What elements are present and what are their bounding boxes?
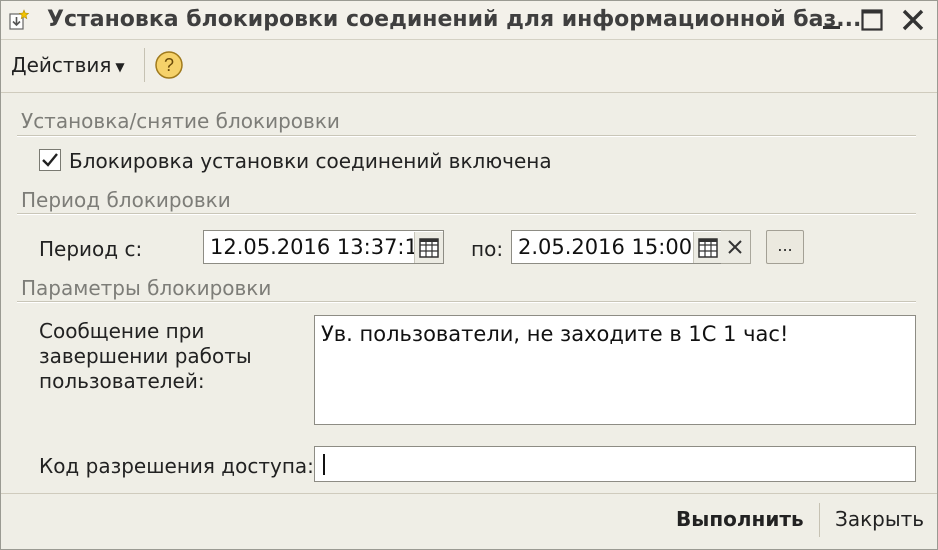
period-to-label: по:	[471, 237, 504, 261]
run-button[interactable]: Выполнить	[676, 507, 804, 531]
clear-icon	[728, 240, 742, 254]
period-from-label: Период с:	[39, 237, 143, 261]
message-value: Ув. пользователи, не заходите в 1С 1 час…	[321, 322, 789, 346]
help-button[interactable]: ?	[154, 50, 184, 80]
group-title-lock: Установка/снятие блокировки	[21, 109, 340, 133]
lock-enabled-checkbox[interactable]	[39, 149, 61, 171]
calendar-icon	[698, 238, 718, 258]
minimize-icon[interactable]	[817, 5, 847, 35]
svg-text:?: ?	[164, 55, 174, 75]
period-to-field[interactable]: 2.05.2016 15:00:(	[511, 230, 722, 264]
period-to-value: 2.05.2016 15:00:(	[518, 235, 708, 259]
group-divider	[17, 135, 916, 137]
app-icon	[9, 9, 30, 30]
footer-divider	[1, 493, 937, 494]
message-label-line: Сообщение при	[39, 319, 205, 343]
text-cursor	[323, 454, 325, 475]
group-title-params: Параметры блокировки	[21, 276, 272, 300]
message-label-line: пользователей:	[39, 369, 205, 393]
message-textarea[interactable]: Ув. пользователи, не заходите в 1С 1 час…	[314, 315, 916, 425]
window-title: Установка блокировки соединений для инфо…	[47, 7, 862, 32]
calendar-icon	[419, 238, 439, 258]
dialog-window: Установка блокировки соединений для инфо…	[0, 0, 938, 550]
actions-label: Действия	[11, 53, 112, 77]
select-period-button[interactable]: ...	[766, 230, 804, 264]
chevron-down-icon: ▼	[115, 59, 125, 74]
calendar-button[interactable]	[693, 232, 721, 263]
group-title-period: Период блокировки	[21, 188, 231, 212]
close-button[interactable]: Закрыть	[835, 507, 924, 531]
close-icon[interactable]	[898, 5, 928, 35]
message-label-line: завершении работы	[39, 344, 252, 368]
footer-separator	[819, 503, 820, 537]
calendar-button[interactable]	[414, 232, 443, 263]
clear-button[interactable]	[721, 230, 751, 264]
lock-enabled-label[interactable]: Блокировка установки соединений включена	[69, 149, 552, 173]
access-code-label: Код разрешения доступа:	[39, 454, 314, 478]
actions-menu-button[interactable]: Действия ▼	[7, 50, 129, 80]
group-divider	[17, 213, 916, 215]
toolbar-separator	[144, 48, 145, 82]
title-bar: Установка блокировки соединений для инфо…	[1, 1, 937, 40]
access-code-input[interactable]	[314, 446, 916, 482]
period-from-field[interactable]: 12.05.2016 13:37:10	[203, 230, 444, 264]
group-divider	[17, 301, 916, 303]
period-from-value: 12.05.2016 13:37:10	[210, 235, 432, 259]
maximize-icon[interactable]	[857, 5, 887, 35]
toolbar: Действия ▼ ?	[1, 40, 937, 93]
checkmark-icon	[42, 153, 58, 167]
